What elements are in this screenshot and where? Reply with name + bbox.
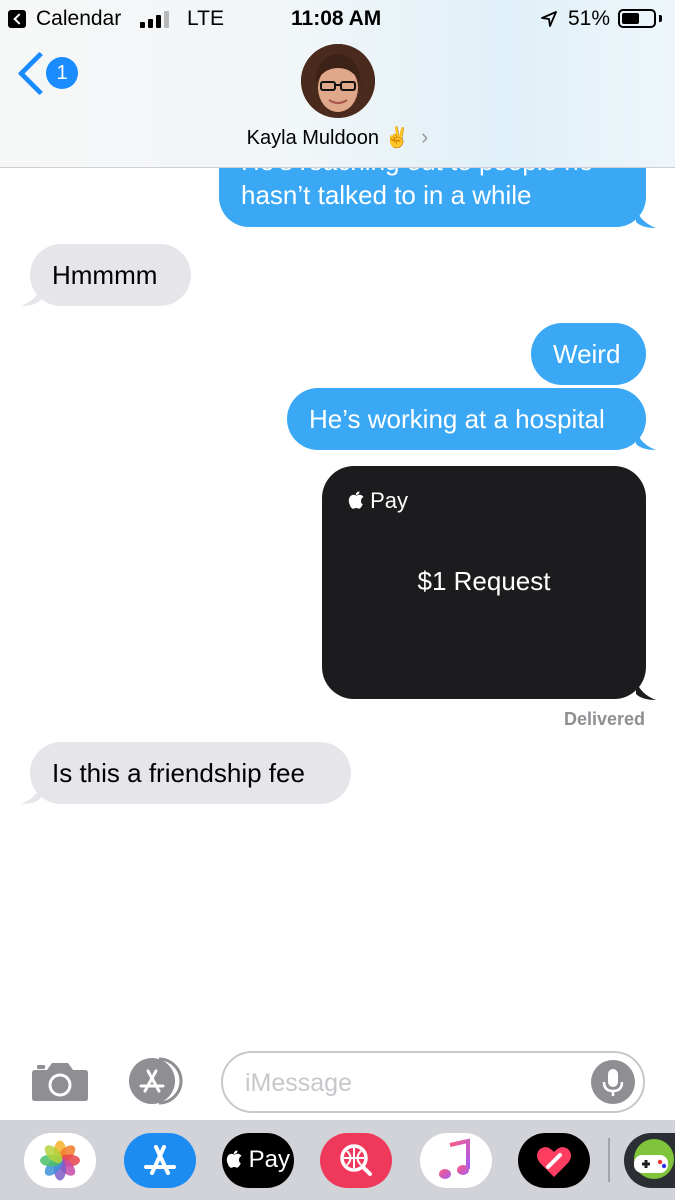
message-text: Hmmmm <box>52 259 158 290</box>
battery-percent: 51% <box>568 7 611 30</box>
contact-emoji: ✌️ <box>384 127 410 149</box>
images-search-app-icon[interactable] <box>320 1133 392 1188</box>
clock: 11:08 AM <box>291 7 382 30</box>
drawer-separator <box>608 1138 610 1182</box>
unread-badge[interactable]: 1 <box>46 57 78 89</box>
apple-pay-app-icon[interactable]: Pay <box>222 1133 294 1188</box>
digital-touch-app-icon[interactable] <box>518 1133 590 1188</box>
message-line: hasn’t talked to in a while <box>241 180 532 210</box>
apple-logo-icon <box>348 491 364 509</box>
contact-name: Kayla Muldoon <box>246 127 379 149</box>
status-bar: Calendar LTE 11:08 AM 51% <box>0 0 675 38</box>
app-store-button-icon[interactable] <box>126 1055 188 1107</box>
input-placeholder: iMessage <box>245 1069 352 1097</box>
message-bubble-sent[interactable]: He’s working at a hospital <box>287 388 646 450</box>
apple-pay-request-card[interactable]: Pay $1 Request <box>322 466 646 699</box>
battery-icon <box>618 9 656 28</box>
back-to-app-icon[interactable] <box>8 10 26 28</box>
apple-pay-logo: Pay <box>348 488 408 514</box>
delivered-status: Delivered <box>563 709 645 729</box>
contact-avatar[interactable] <box>301 44 375 118</box>
signal-bars-icon <box>140 11 174 28</box>
apple-logo-icon <box>226 1150 242 1168</box>
camera-icon[interactable] <box>31 1060 89 1102</box>
message-bubble-sent[interactable]: Weird <box>531 323 646 385</box>
app-store-app-icon[interactable] <box>124 1133 196 1188</box>
bubble-tail-received <box>21 784 41 804</box>
microphone-button[interactable] <box>591 1060 635 1104</box>
game-app-icon[interactable] <box>624 1133 675 1188</box>
contact-name-row[interactable]: Kayla Muldoon ✌️ › <box>0 124 675 150</box>
bubble-tail-sent <box>636 430 656 450</box>
chevron-right-icon: › <box>421 124 429 149</box>
message-text: Is this a friendship fee <box>52 757 305 788</box>
message-text: He’s working at a hospital <box>309 403 605 434</box>
bubble-tail-sent <box>636 208 656 228</box>
message-bubble-received[interactable]: Hmmmm <box>30 244 191 306</box>
microphone-icon <box>602 1069 624 1096</box>
battery-tip <box>659 15 662 22</box>
imessage-input[interactable]: iMessage <box>221 1051 645 1113</box>
bubble-tail-received <box>21 286 41 306</box>
apple-pay-app-label: Pay <box>248 1146 291 1173</box>
message-bubble-received[interactable]: Is this a friendship fee <box>30 742 351 804</box>
message-text: Weird <box>553 338 621 369</box>
photos-app-icon[interactable] <box>24 1133 96 1188</box>
bubble-tail-card <box>636 680 656 700</box>
back-app-label[interactable]: Calendar <box>36 7 121 31</box>
music-app-icon[interactable] <box>420 1133 492 1188</box>
avatar-photo-icon <box>301 44 375 118</box>
pay-label: Pay <box>370 488 409 513</box>
payment-request-amount: $1 Request <box>417 566 551 596</box>
network-type: LTE <box>187 7 224 30</box>
location-arrow-icon <box>541 11 557 27</box>
